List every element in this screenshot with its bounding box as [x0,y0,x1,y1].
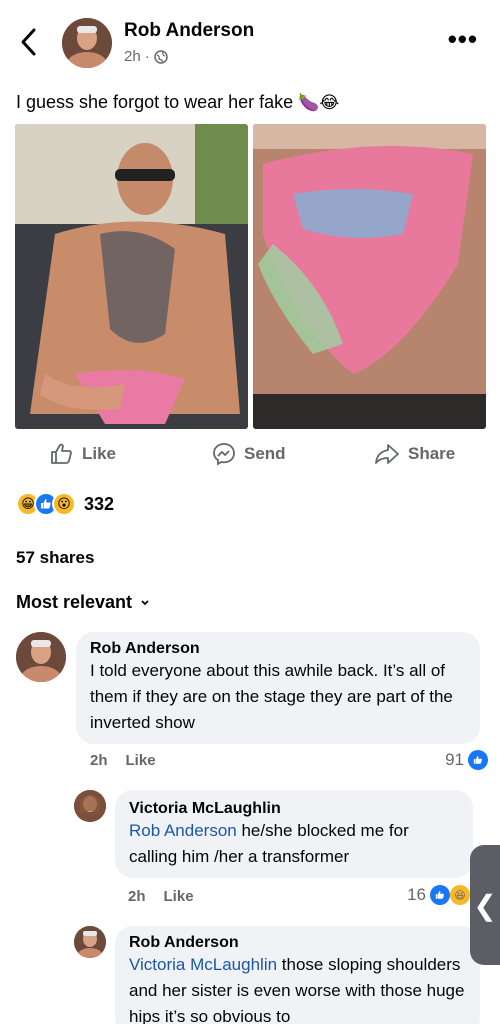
more-options-icon[interactable]: ••• [448,26,478,52]
chevron-down-icon [141,599,149,605]
share-button[interactable]: Share [374,442,455,466]
messenger-icon [213,443,235,466]
send-label: Send [244,444,286,463]
comment-reaction-number: 91 [445,750,464,769]
like-reaction-icon [468,750,488,770]
comment-reaction-number: 16 [407,885,426,904]
caption-text: I guess she forgot to wear her fake [16,92,294,112]
comment-reaction-count[interactable]: 16 😆 [407,885,470,905]
mention-link[interactable]: Rob Anderson [129,821,237,840]
commenter-name[interactable]: Victoria McLaughlin [129,800,459,818]
comment-avatar[interactable] [16,632,66,682]
comment-bubble: Rob Anderson Victoria McLaughlin those s… [115,926,480,1024]
like-label: Like [82,444,117,463]
shares-count[interactable]: 57 shares [16,548,94,568]
wow-reaction-icon: 😮 [52,492,76,516]
mention-link[interactable]: Victoria McLaughlin [129,955,277,974]
comment-bubble: Victoria McLaughlin Rob Anderson he/she … [115,790,473,878]
back-arrow-icon[interactable] [14,24,44,60]
comment-text: Rob Anderson he/she blocked me for calli… [129,818,459,870]
comment-time: 2h [90,752,108,769]
comment-actions: 2h Like [128,888,194,905]
globe-icon [153,49,168,64]
meta-separator: · [144,48,150,65]
sort-label: Most relevant [16,592,133,612]
comment-bubble: Rob Anderson I told everyone about this … [76,632,480,744]
post-photo-2[interactable] [253,124,486,429]
commenter-name[interactable]: Rob Anderson [129,934,466,952]
reaction-count: 332 [84,493,115,514]
side-drawer-handle[interactable]: ❮ [470,845,500,965]
comment-text: I told everyone about this awhile back. … [90,661,453,732]
comment-avatar[interactable] [74,790,106,822]
comment-like-button[interactable]: Like [164,888,194,905]
comment-time: 2h [128,888,146,905]
haha-reaction-icon: 😆 [450,885,470,905]
post-author-name[interactable]: Rob Anderson [124,20,254,42]
comment-like-button[interactable]: Like [126,752,156,769]
like-button[interactable]: Like [50,442,116,466]
comment-avatar[interactable] [74,926,106,958]
like-reaction-icon [430,885,450,905]
share-arrow-icon [375,444,399,464]
reactions-summary[interactable]: 😀 😮 332 [16,492,114,516]
post-caption: I guess she forgot to wear her fake 🍆😂 [16,92,339,113]
share-label: Share [408,444,456,463]
send-button[interactable]: Send [212,442,286,466]
comment-reaction-count[interactable]: 91 [445,750,488,770]
post-time: 2h [124,48,141,65]
comment-sort-dropdown[interactable]: Most relevant [16,592,150,613]
chevron-left-icon: ❮ [473,889,497,921]
comment-text: Victoria McLaughlin those sloping should… [129,952,466,1024]
caption-emoji: 🍆😂 [298,93,340,113]
thumbs-up-icon [51,443,72,464]
author-avatar[interactable] [62,18,112,68]
commenter-name[interactable]: Rob Anderson [90,640,466,658]
post-meta: 2h · [124,48,168,65]
comment-actions: 2h Like [90,752,156,769]
post-photo-1[interactable] [15,124,248,429]
